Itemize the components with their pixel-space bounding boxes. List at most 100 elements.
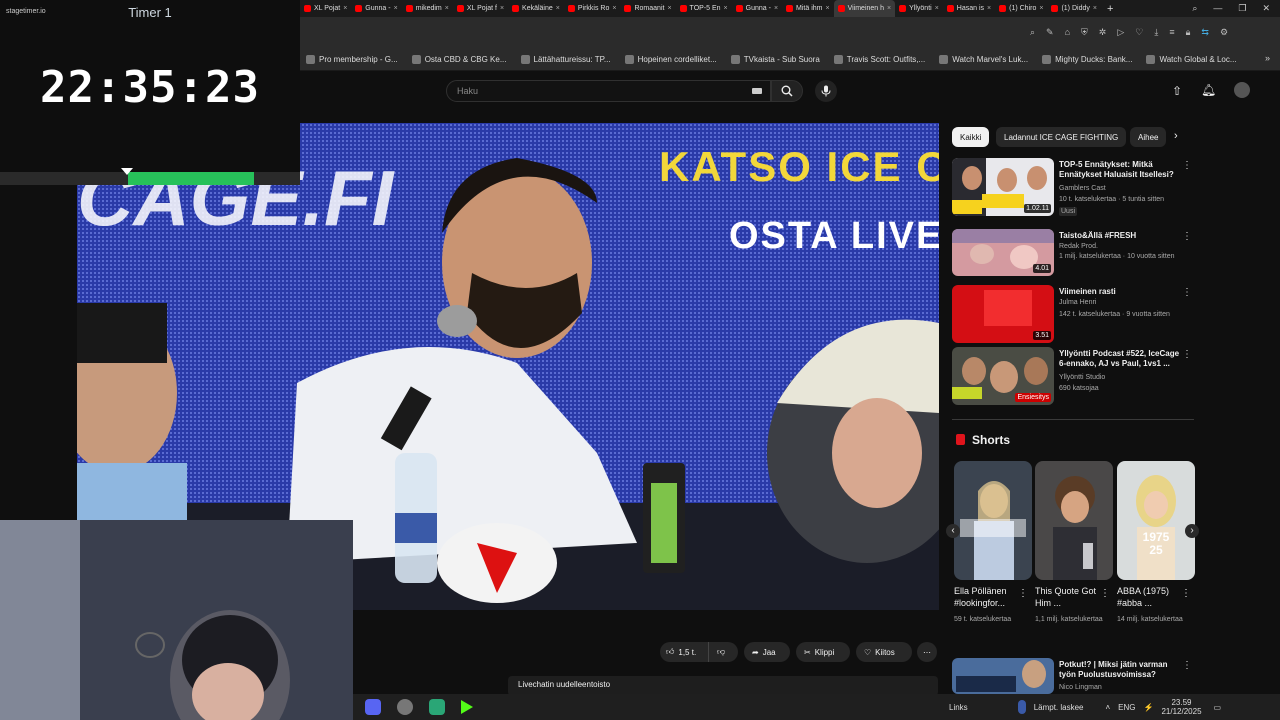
channel-name[interactable]: Yllyöntti Studio [1059, 373, 1194, 382]
close-tab-icon[interactable]: × [667, 5, 671, 12]
clip-button[interactable]: ✂ Klippi [796, 642, 850, 662]
video-thumbnail[interactable]: 4.01 [952, 229, 1054, 276]
bookmark-item[interactable]: Pro membership - G... [306, 55, 398, 64]
short-title[interactable]: Ella Pöllänen #lookingfor... [954, 585, 1026, 609]
lock-icon[interactable]: 🔒︎ [1186, 27, 1191, 38]
list-item[interactable]: 1.02.11 TOP-5 Ennätykset: Mitkä Ennätyks… [952, 158, 1198, 216]
bookmark-item[interactable]: Travis Scott: Outfits,... [833, 55, 925, 64]
channel-name[interactable]: Gamblers Cast [1059, 184, 1194, 193]
minimize-icon[interactable]: — [1213, 3, 1222, 14]
links-toolbar[interactable]: Links [949, 703, 968, 712]
bookmark-item[interactable]: TVkaista - Sub Suora [730, 55, 820, 64]
chip-related[interactable]: Aihee [1130, 127, 1166, 147]
browser-tab[interactable]: Kekäläine × [508, 0, 564, 17]
bookmarks-overflow-icon[interactable]: » [1265, 53, 1270, 63]
share-button[interactable]: ➦ Jaa [744, 642, 790, 662]
edit-icon[interactable]: ✎ [1046, 27, 1054, 38]
more-options-icon[interactable]: ⋮ [1182, 287, 1192, 298]
kick-icon[interactable] [461, 700, 473, 714]
browser-tab[interactable]: (1) Diddy × [1047, 0, 1101, 17]
new-tab-icon[interactable]: + [1107, 3, 1113, 15]
dislike-button[interactable]: 👎︎ [708, 642, 738, 662]
browser-tab[interactable]: Yllyönti × [895, 0, 943, 17]
video-thumbnail[interactable]: 1.02.11 [952, 158, 1054, 216]
home-icon[interactable]: ⌂ [1065, 27, 1070, 38]
browser-tab[interactable]: Pirkkis Ro × [564, 0, 621, 17]
bookmark-item[interactable]: Osta CBD & CBG Ke... [411, 55, 507, 64]
close-tab-icon[interactable]: × [1093, 5, 1097, 12]
obs-icon[interactable] [397, 699, 413, 715]
live-chat-replay[interactable]: Livechatin uudelleentoisto [508, 676, 938, 696]
short-title[interactable]: This Quote Got Him ... [1035, 585, 1107, 609]
browser-tab[interactable]: Gunna - × [351, 0, 401, 17]
keyboard-icon[interactable] [752, 88, 762, 94]
more-options-icon[interactable]: ⋮ [1100, 588, 1110, 599]
browser-tab[interactable]: mikedim × [402, 0, 453, 17]
video-title[interactable]: Yllyöntti Podcast #522, IceCage 6-ennako… [1059, 349, 1181, 369]
more-options-icon[interactable]: ⋮ [1182, 660, 1192, 671]
close-tab-icon[interactable]: × [394, 5, 398, 12]
browser-tab[interactable]: (1) Chiro × [995, 0, 1047, 17]
search-icon[interactable]: ⌕ [1030, 27, 1035, 38]
chip-uploaded-by[interactable]: Ladannut ICE CAGE FIGHTING [996, 127, 1127, 147]
video-thumbnail[interactable]: 3.51 [952, 285, 1054, 343]
chevron-right-icon[interactable]: › [1174, 130, 1178, 142]
network-icon[interactable]: ⚡ [1144, 703, 1154, 712]
video-title[interactable]: Viimeinen rasti [1059, 287, 1181, 297]
video-title[interactable]: TOP-5 Ennätykset: Mitkä Ennätykset Halua… [1059, 160, 1181, 180]
voice-search-button[interactable] [815, 80, 837, 102]
chevron-right-icon[interactable]: › [1185, 524, 1199, 538]
short-title[interactable]: ABBA (1975) #abba ... [1117, 585, 1189, 609]
close-tab-icon[interactable]: × [500, 5, 504, 12]
close-tab-icon[interactable]: × [935, 5, 939, 12]
discord-icon[interactable] [365, 699, 381, 715]
bookmark-item[interactable]: Watch Global & Loc... [1146, 55, 1237, 64]
browser-tab[interactable]: Romaanit × [620, 0, 675, 17]
search-input[interactable]: Haku [446, 80, 771, 102]
browser-tab[interactable]: Mitä ihm × [782, 0, 834, 17]
extension-icon[interactable]: ✲ [1099, 27, 1107, 38]
channel-name[interactable]: Redak Prod. [1059, 242, 1194, 251]
close-tab-icon[interactable]: × [1039, 5, 1043, 12]
split-icon[interactable]: ⇆ [1201, 27, 1209, 38]
short-thumbnail[interactable] [954, 461, 1032, 580]
short-thumbnail[interactable] [1035, 461, 1113, 580]
browser-tab[interactable]: Viimeinen h × [833, 0, 896, 17]
download-icon[interactable]: ⤓ [1154, 27, 1158, 38]
restore-icon[interactable]: ❐ [1238, 3, 1246, 14]
video-title[interactable]: Potkut!? | Miksi jätin varman työn Puolu… [1059, 660, 1181, 680]
more-actions-icon[interactable]: ⋯ [917, 642, 937, 662]
menu-icon[interactable]: ≡ [1169, 27, 1174, 38]
shield-icon[interactable]: ⛨ [1081, 27, 1088, 38]
app-icon[interactable] [429, 699, 445, 715]
settings-icon[interactable]: ⚙ [1220, 27, 1228, 38]
search-button[interactable] [771, 80, 803, 102]
video-title[interactable]: Taisto&Ällä #FRESH [1059, 231, 1181, 241]
more-options-icon[interactable]: ⋮ [1182, 160, 1192, 171]
close-tab-icon[interactable]: × [774, 5, 778, 12]
more-options-icon[interactable]: ⋮ [1018, 588, 1028, 599]
play-icon[interactable]: ▷ [1117, 27, 1124, 38]
more-options-icon[interactable]: ⋮ [1182, 231, 1192, 242]
list-item[interactable]: 3.51 Viimeinen rasti Julma Henri 142 t. … [952, 285, 1198, 343]
browser-tab[interactable]: Gunna - × [732, 0, 782, 17]
avatar[interactable] [1234, 82, 1250, 98]
chevron-up-icon[interactable]: ˄ [1106, 703, 1111, 712]
list-item[interactable]: Potkut!? | Miksi jätin varman työn Puolu… [952, 658, 1198, 694]
more-options-icon[interactable]: ⋮ [1181, 588, 1191, 599]
browser-tab[interactable]: XL Pojat f × [453, 0, 508, 17]
close-tab-icon[interactable]: × [445, 5, 449, 12]
more-options-icon[interactable]: ⋮ [1182, 349, 1192, 360]
heart-icon[interactable]: ♡ [1135, 27, 1143, 38]
list-item[interactable]: 4.01 Taisto&Ällä #FRESH Redak Prod. 1 mi… [952, 229, 1198, 276]
bookmark-item[interactable]: Watch Marvel's Luk... [939, 55, 1028, 64]
thanks-button[interactable]: ♡ Kiitos [856, 642, 912, 662]
browser-tab[interactable]: Hasan is × [943, 0, 995, 17]
clock[interactable]: 23.59 21/12/2025 [1161, 698, 1201, 716]
weather-text[interactable]: Lämpt. laskee [1034, 703, 1084, 712]
like-button[interactable]: 👍︎ 1,5 t. [660, 642, 708, 662]
channel-name[interactable]: Julma Henri [1059, 298, 1194, 307]
video-thumbnail[interactable]: Ensiesitys [952, 347, 1054, 405]
short-thumbnail[interactable]: 1975 25 [1117, 461, 1195, 580]
close-tab-icon[interactable]: × [343, 5, 347, 12]
